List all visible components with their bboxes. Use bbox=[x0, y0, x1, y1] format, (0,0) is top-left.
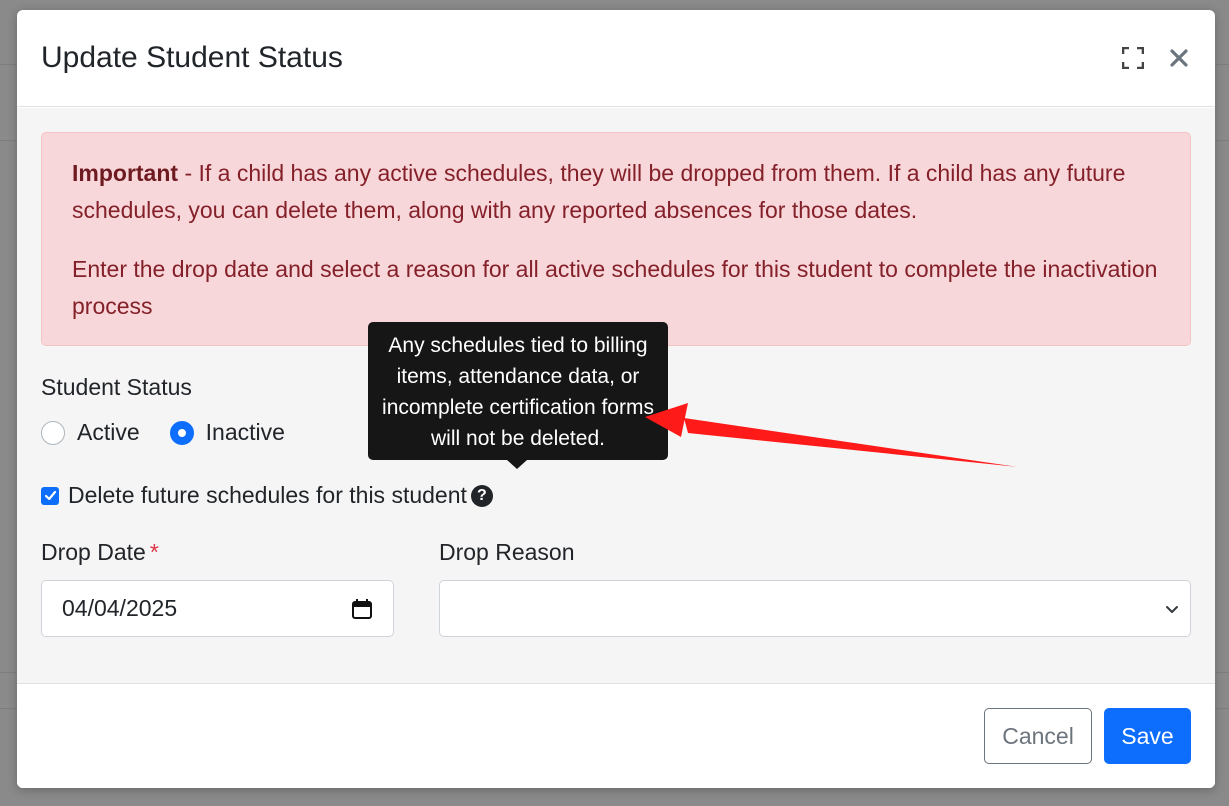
alert-text: - If a child has any active schedules, t… bbox=[72, 160, 1126, 223]
drop-date-value: 04/04/2025 bbox=[62, 595, 178, 621]
close-button[interactable] bbox=[1167, 46, 1191, 70]
radio-active-label: Active bbox=[77, 419, 140, 445]
drop-reason-field: Drop Reason bbox=[439, 539, 1191, 637]
expand-button[interactable] bbox=[1119, 44, 1147, 72]
drop-reason-select[interactable] bbox=[439, 580, 1191, 637]
required-asterisk: * bbox=[149, 539, 159, 565]
delete-future-row: Delete future schedules for this student… bbox=[41, 482, 1191, 509]
checkmark-icon bbox=[44, 490, 56, 501]
help-tooltip: Any schedules tied to billing items, att… bbox=[368, 322, 668, 460]
important-alert: Important - If a child has any active sc… bbox=[41, 132, 1191, 346]
radio-active[interactable] bbox=[41, 420, 65, 445]
drop-fields-row: Drop Date * 04/04/2025 Drop Reason bbox=[41, 539, 1191, 637]
drop-date-label: Drop Date * bbox=[41, 539, 439, 566]
drop-date-field: Drop Date * 04/04/2025 bbox=[41, 539, 439, 637]
cancel-button[interactable]: Cancel bbox=[984, 708, 1092, 764]
delete-future-label[interactable]: Delete future schedules for this student bbox=[68, 482, 467, 509]
chevron-down-icon bbox=[1166, 605, 1178, 613]
drop-reason-label: Drop Reason bbox=[439, 539, 575, 565]
expand-icon bbox=[1122, 47, 1144, 69]
alert-paragraph-2: Enter the drop date and select a reason … bbox=[72, 256, 1158, 319]
drop-date-label-text: Drop Date bbox=[41, 539, 146, 565]
calendar-icon[interactable] bbox=[351, 598, 373, 620]
close-icon bbox=[1170, 49, 1188, 67]
tooltip-pointer bbox=[507, 460, 527, 469]
modal-title: Update Student Status bbox=[41, 41, 343, 74]
save-button[interactable]: Save bbox=[1104, 708, 1191, 764]
alert-paragraph: Important - If a child has any active sc… bbox=[72, 155, 1160, 229]
modal-header: Update Student Status bbox=[17, 10, 1215, 107]
question-circle-icon[interactable]: ? bbox=[470, 484, 493, 507]
radio-inactive-label: Inactive bbox=[205, 419, 285, 445]
modal-footer: Cancel Save bbox=[17, 683, 1215, 788]
radio-active-option[interactable]: Active bbox=[41, 419, 140, 446]
radio-inactive[interactable] bbox=[169, 420, 194, 445]
alert-important-label: Important bbox=[72, 160, 179, 186]
radio-inactive-option[interactable]: Inactive bbox=[169, 419, 285, 446]
drop-date-input[interactable]: 04/04/2025 bbox=[41, 580, 394, 637]
delete-future-checkbox[interactable] bbox=[41, 486, 59, 505]
